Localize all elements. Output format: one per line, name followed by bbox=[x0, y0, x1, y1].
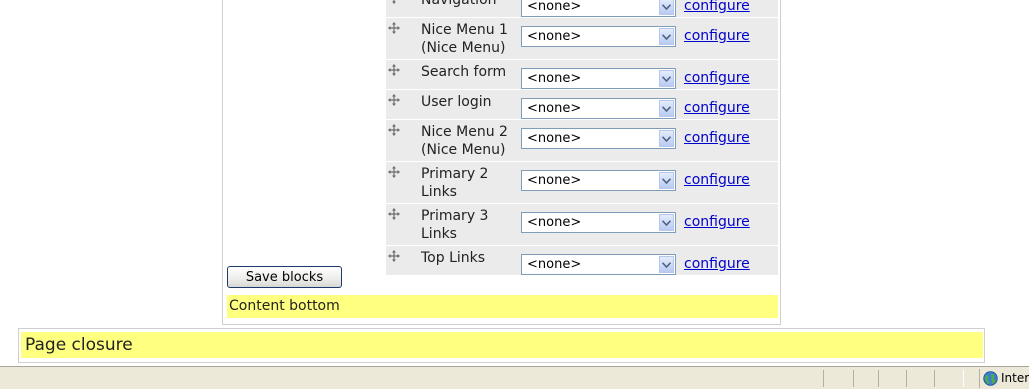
configure-cell: configure bbox=[684, 120, 778, 162]
globe-icon bbox=[983, 371, 998, 386]
drag-handle-icon[interactable] bbox=[387, 0, 401, 6]
region-select-value: <none> bbox=[527, 0, 582, 14]
drag-cell bbox=[386, 120, 416, 162]
block-name: Nice Menu 1 (Nice Menu) bbox=[421, 22, 508, 56]
drag-handle-icon[interactable] bbox=[387, 22, 401, 36]
block-name: Primary 3 Links bbox=[421, 208, 489, 242]
block-row: User login <none> configure bbox=[386, 89, 778, 120]
configure-cell: configure bbox=[684, 246, 778, 276]
region-select-value: <none> bbox=[527, 71, 582, 86]
region-select[interactable]: <none> bbox=[521, 98, 676, 119]
region-select-value: <none> bbox=[527, 101, 582, 116]
drag-cell bbox=[386, 90, 416, 120]
configure-cell: configure bbox=[684, 0, 778, 18]
drag-cell bbox=[386, 18, 416, 60]
drag-cell bbox=[386, 60, 416, 90]
chevron-down-icon[interactable] bbox=[659, 0, 674, 15]
region-select-value: <none> bbox=[527, 215, 582, 230]
configure-cell: configure bbox=[684, 60, 778, 90]
chevron-down-icon[interactable] bbox=[659, 214, 674, 231]
region-select-cell: <none> bbox=[521, 90, 684, 120]
drag-cell bbox=[386, 0, 416, 18]
region-select-cell: <none> bbox=[521, 0, 684, 18]
block-name: Search form bbox=[421, 64, 507, 80]
chevron-down-icon[interactable] bbox=[659, 172, 674, 189]
drag-handle-icon[interactable] bbox=[387, 166, 401, 180]
region-select[interactable]: <none> bbox=[521, 68, 676, 89]
region-select-value: <none> bbox=[527, 131, 582, 146]
save-blocks-button[interactable]: Save blocks bbox=[227, 266, 342, 288]
region-select-cell: <none> bbox=[521, 162, 684, 204]
chevron-down-icon[interactable] bbox=[659, 130, 674, 147]
chevron-down-icon[interactable] bbox=[659, 256, 674, 273]
drag-handle-icon[interactable] bbox=[387, 64, 401, 78]
configure-link[interactable]: configure bbox=[684, 70, 750, 86]
configure-link[interactable]: configure bbox=[684, 172, 750, 188]
drag-cell bbox=[386, 162, 416, 204]
region-select[interactable]: <none> bbox=[521, 0, 676, 17]
security-zone-pane[interactable]: Internet bbox=[979, 369, 1029, 388]
region-select[interactable]: <none> bbox=[521, 26, 676, 47]
status-pane bbox=[878, 370, 907, 387]
region-select[interactable]: <none> bbox=[521, 212, 676, 233]
configure-cell: configure bbox=[684, 204, 778, 246]
block-name: Navigation bbox=[421, 0, 497, 8]
drag-handle-icon[interactable] bbox=[387, 124, 401, 138]
region-select-value: <none> bbox=[527, 173, 582, 188]
status-pane bbox=[906, 370, 935, 387]
status-pane bbox=[934, 370, 964, 387]
region-select[interactable]: <none> bbox=[521, 128, 676, 149]
drag-handle-icon[interactable] bbox=[387, 94, 401, 108]
configure-link[interactable]: configure bbox=[684, 256, 750, 272]
region-select-cell: <none> bbox=[521, 120, 684, 162]
block-row: Top Links <none> configure bbox=[386, 245, 778, 276]
block-row: Navigation <none> configure bbox=[386, 0, 778, 18]
region-select[interactable]: <none> bbox=[521, 254, 676, 275]
block-name: Primary 2 Links bbox=[421, 166, 489, 200]
content-bottom-region: Content bottom bbox=[227, 295, 778, 318]
blocks-table: Navigation <none> configure Nice Menu 1 … bbox=[386, 0, 778, 276]
region-select-cell: <none> bbox=[521, 204, 684, 246]
drag-cell bbox=[386, 204, 416, 246]
configure-link[interactable]: configure bbox=[684, 28, 750, 44]
status-pane bbox=[853, 370, 879, 387]
region-select[interactable]: <none> bbox=[521, 170, 676, 191]
block-row: Primary 2 Links <none> configure bbox=[386, 161, 778, 204]
block-name: Nice Menu 2 (Nice Menu) bbox=[421, 124, 508, 158]
configure-link[interactable]: configure bbox=[684, 100, 750, 116]
chevron-down-icon[interactable] bbox=[659, 70, 674, 87]
drag-cell bbox=[386, 246, 416, 276]
region-select-cell: <none> bbox=[521, 18, 684, 60]
security-zone-label: Internet bbox=[1001, 371, 1029, 385]
status-bar: Internet bbox=[0, 366, 1029, 389]
configure-link[interactable]: configure bbox=[684, 130, 750, 146]
drag-handle-icon[interactable] bbox=[387, 208, 401, 222]
region-select-cell: <none> bbox=[521, 60, 684, 90]
drag-handle-icon[interactable] bbox=[387, 250, 401, 264]
block-row: Nice Menu 1 (Nice Menu) <none> configure bbox=[386, 17, 778, 60]
chevron-down-icon[interactable] bbox=[659, 100, 674, 117]
configure-link[interactable]: configure bbox=[684, 0, 750, 14]
page-closure-region: Page closure bbox=[21, 332, 983, 358]
configure-cell: configure bbox=[684, 162, 778, 204]
region-select-value: <none> bbox=[527, 257, 582, 272]
configure-cell: configure bbox=[684, 18, 778, 60]
configure-cell: configure bbox=[684, 90, 778, 120]
block-row: Primary 3 Links <none> configure bbox=[386, 203, 778, 246]
status-pane bbox=[823, 370, 854, 387]
region-select-value: <none> bbox=[527, 29, 582, 44]
block-row: Search form <none> configure bbox=[386, 59, 778, 90]
configure-link[interactable]: configure bbox=[684, 214, 750, 230]
block-row: Nice Menu 2 (Nice Menu) <none> configure bbox=[386, 119, 778, 162]
chevron-down-icon[interactable] bbox=[659, 28, 674, 45]
block-name: User login bbox=[421, 94, 492, 110]
region-select-cell: <none> bbox=[521, 246, 684, 276]
block-name: Top Links bbox=[421, 250, 486, 266]
